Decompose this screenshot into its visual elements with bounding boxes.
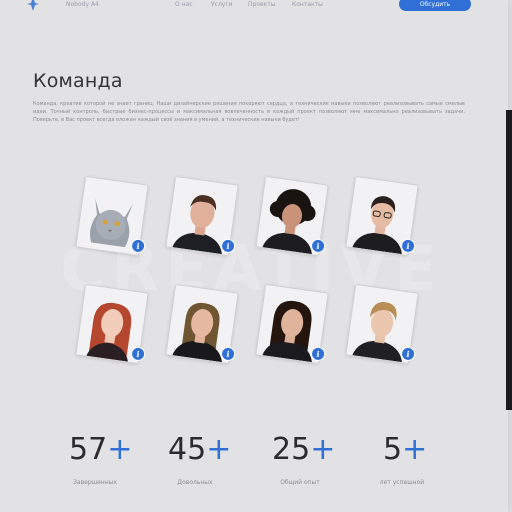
logo-icon[interactable] [26, 0, 40, 11]
stat-label-experience: Общий опыт [280, 479, 320, 486]
stat-label-satisfied: Довольных [177, 479, 213, 486]
window-edge [506, 110, 512, 410]
team-member-card-8[interactable]: i [345, 283, 419, 365]
team-member-card-6[interactable]: i [165, 283, 239, 365]
discuss-button[interactable]: Обсудить [399, 0, 471, 11]
nav-link-contacts[interactable]: Контакты [292, 1, 323, 8]
brand-name: Nobody A4 [66, 1, 99, 8]
team-member-card-5[interactable]: i [75, 283, 149, 365]
team-member-card-3[interactable]: i [255, 175, 329, 257]
nav-link-services[interactable]: Услуги [211, 1, 232, 8]
team-member-card-7[interactable]: i [255, 283, 329, 365]
section-description: Команда, креатив которой не знает границ… [33, 101, 465, 123]
stat-value-experience: 25+ [272, 432, 336, 467]
page: Nobody A4 О нас Услуги Проекты Контакты … [0, 0, 508, 512]
team-member-card-2[interactable]: i [165, 175, 239, 257]
stat-value-satisfied: 45+ [168, 432, 232, 467]
team-member-card-4[interactable]: i [345, 175, 419, 257]
stat-label-completed: Завершенных [73, 479, 117, 486]
stat-value-years: 5+ [383, 432, 428, 467]
stat-label-years: лет успешной [379, 479, 425, 486]
stat-value-completed: 57+ [69, 432, 133, 467]
team-member-card-1[interactable]: i [75, 175, 149, 257]
nav-link-projects[interactable]: Проекты [248, 1, 276, 8]
nav-link-about[interactable]: О нас [175, 1, 193, 8]
section-title: Команда [33, 70, 123, 92]
top-navigation: Nobody A4 О нас Услуги Проекты Контакты … [0, 0, 508, 14]
